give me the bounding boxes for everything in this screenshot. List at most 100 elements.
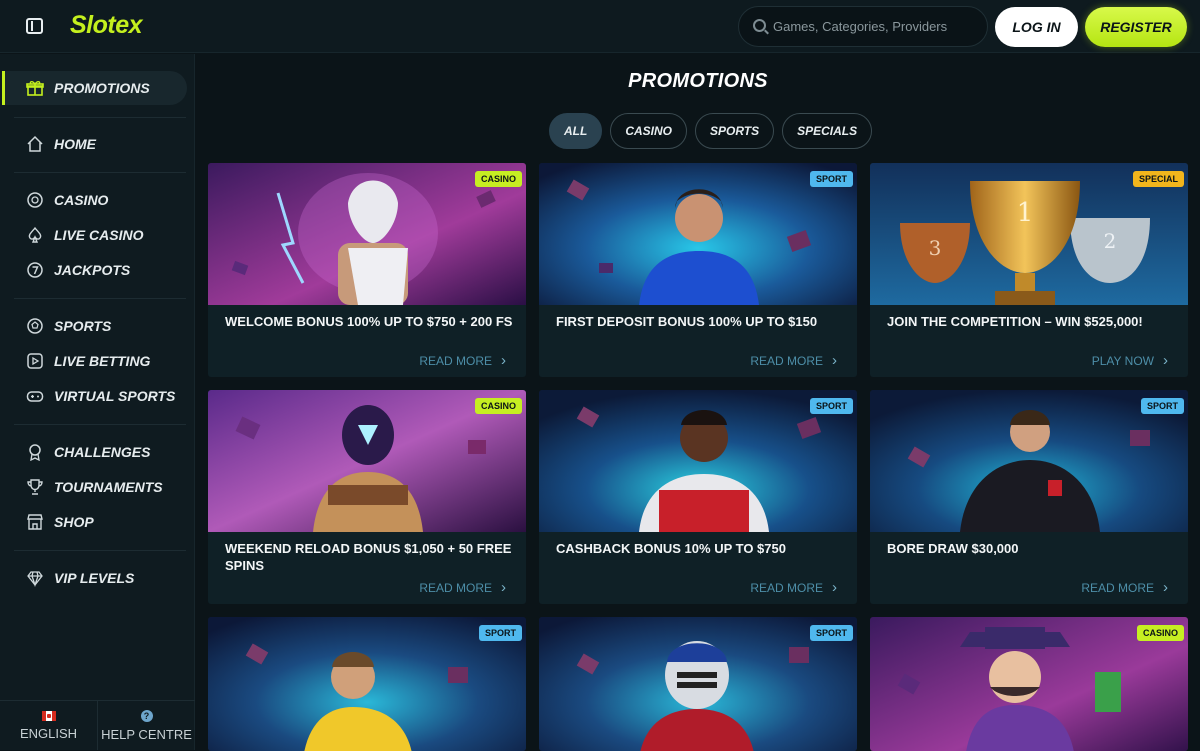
- login-button[interactable]: LOG IN: [995, 7, 1078, 47]
- help-icon: ?: [140, 709, 153, 722]
- help-centre-link[interactable]: ? HELP CENTRE: [97, 701, 195, 750]
- svg-text:2: 2: [1104, 229, 1117, 253]
- search-bar[interactable]: [738, 6, 988, 47]
- chip-icon: [26, 191, 44, 209]
- promo-image-player-dark: SPORT: [870, 390, 1188, 532]
- read-more-link[interactable]: READ MORE: [419, 352, 506, 369]
- divider: [14, 172, 186, 173]
- help-label: HELP CENTRE: [101, 726, 192, 742]
- search-icon: [753, 19, 766, 32]
- sidebar-item-shop[interactable]: SHOP: [2, 505, 187, 539]
- read-more-link[interactable]: READ MORE: [419, 579, 506, 596]
- play-now-link[interactable]: PLAY NOW: [1092, 352, 1168, 369]
- divider: [14, 298, 186, 299]
- sidebar-item-sports[interactable]: SPORTS: [2, 309, 187, 343]
- sidebar-item-casino[interactable]: CASINO: [2, 183, 187, 217]
- promo-image-gangster: CASINO: [870, 617, 1188, 751]
- shop-icon: [26, 513, 44, 531]
- promo-card[interactable]: SPORT BORE DRAW $30,000 READ MORE: [870, 390, 1188, 604]
- medal-icon: [26, 443, 44, 461]
- sidebar-item-label: PROMOTIONS: [54, 80, 150, 96]
- category-badge: SPORT: [809, 625, 853, 641]
- filter-all[interactable]: ALL: [549, 113, 603, 149]
- sidebar-item-label: VIP LEVELS: [54, 570, 135, 586]
- promo-card[interactable]: SPORT CASHBACK BONUS 10% UP TO $750 READ…: [539, 390, 857, 604]
- sidebar-item-label: LIVE CASINO: [54, 227, 144, 243]
- sidebar-toggle-icon[interactable]: [26, 18, 43, 34]
- search-input[interactable]: [773, 7, 981, 46]
- promo-title: FIRST DEPOSIT BONUS 100% UP TO $150: [556, 314, 818, 329]
- category-badge: SPORT: [478, 625, 522, 641]
- promo-image-player-red: SPORT: [539, 390, 857, 532]
- sidebar-item-label: CASINO: [54, 192, 109, 208]
- sidebar-item-virtual-sports[interactable]: VIRTUAL SPORTS: [2, 379, 187, 413]
- sidebar-footer: ENGLISH ? HELP CENTRE: [0, 700, 195, 750]
- canada-flag-icon: [41, 710, 56, 721]
- promo-card[interactable]: SPORT: [208, 617, 526, 751]
- sidebar-item-label: LIVE BETTING: [54, 353, 151, 369]
- promo-title: JOIN THE COMPETITION – WIN $525,000!: [887, 314, 1143, 329]
- category-badge: SPORT: [1140, 398, 1184, 414]
- promo-card[interactable]: CASINO: [870, 617, 1188, 751]
- promo-image-wizard: CASINO: [208, 163, 526, 305]
- language-selector[interactable]: ENGLISH: [0, 701, 97, 750]
- sidebar: PROMOTIONS HOME CASINO LIVE CASINO JACKP…: [0, 54, 195, 750]
- diamond-icon: [26, 569, 44, 587]
- play-icon: [26, 352, 44, 370]
- sidebar-item-tournaments[interactable]: TOURNAMENTS: [2, 470, 187, 504]
- seven-icon: [26, 261, 44, 279]
- promo-image-trophies: 1 2 3 SPECIAL: [870, 163, 1188, 305]
- sidebar-item-live-casino[interactable]: LIVE CASINO: [2, 218, 187, 252]
- sidebar-item-label: VIRTUAL SPORTS: [54, 388, 176, 404]
- sidebar-item-live-betting[interactable]: LIVE BETTING: [2, 344, 187, 378]
- page-title: PROMOTIONS: [628, 70, 768, 92]
- promo-image-football: SPORT: [539, 617, 857, 751]
- gift-icon: [26, 79, 44, 97]
- divider: [14, 424, 186, 425]
- top-header: Slotex LOG IN REGISTER: [0, 0, 1200, 53]
- sidebar-item-label: JACKPOTS: [54, 262, 131, 278]
- promo-card[interactable]: SPORT FIRST DEPOSIT BONUS 100% UP TO $15…: [539, 163, 857, 377]
- trophy-icon: [26, 478, 44, 496]
- home-icon: [26, 135, 44, 153]
- filter-specials[interactable]: SPECIALS: [782, 113, 873, 149]
- sidebar-item-label: CHALLENGES: [54, 444, 151, 460]
- language-label: ENGLISH: [19, 725, 78, 741]
- sidebar-item-jackpots[interactable]: JACKPOTS: [2, 253, 187, 287]
- svg-text:3: 3: [929, 236, 942, 260]
- read-more-link[interactable]: READ MORE: [750, 579, 837, 596]
- category-badge: SPORT: [809, 171, 853, 187]
- filter-casino[interactable]: CASINO: [610, 113, 687, 149]
- promo-title: BORE DRAW $30,000: [887, 541, 1019, 556]
- svg-text:1: 1: [1017, 198, 1034, 228]
- sidebar-item-label: SPORTS: [54, 318, 112, 334]
- promo-card[interactable]: CASINO WEEKEND RELOAD BONUS $1,050 + 50 …: [208, 390, 526, 604]
- promo-filters: ALL CASINO SPORTS SPECIALS: [549, 113, 873, 149]
- promo-card[interactable]: 1 2 3 SPECIAL JOIN THE COMPETITION – WIN $…: [870, 163, 1188, 377]
- spade-icon: [26, 226, 44, 244]
- divider: [14, 550, 186, 551]
- register-button[interactable]: REGISTER: [1085, 7, 1187, 47]
- sidebar-item-label: HOME: [54, 136, 96, 152]
- sidebar-item-challenges[interactable]: CHALLENGES: [2, 435, 187, 469]
- logo[interactable]: Slotex: [70, 11, 143, 40]
- promo-title: CASHBACK BONUS 10% UP TO $750: [556, 541, 786, 556]
- category-badge: SPECIAL: [1132, 171, 1184, 187]
- read-more-link[interactable]: READ MORE: [750, 352, 837, 369]
- promo-card[interactable]: SPORT: [539, 617, 857, 751]
- promo-card[interactable]: CASINO WELCOME BONUS 100% UP TO $750 + 2…: [208, 163, 526, 377]
- filter-sports[interactable]: SPORTS: [695, 113, 775, 149]
- sidebar-item-promotions[interactable]: PROMOTIONS: [2, 71, 187, 105]
- ball-icon: [26, 317, 44, 335]
- divider: [14, 117, 186, 118]
- sidebar-item-label: SHOP: [54, 514, 94, 530]
- sidebar-item-home[interactable]: HOME: [2, 127, 187, 161]
- promo-image-basketball: SPORT: [208, 617, 526, 751]
- read-more-link[interactable]: READ MORE: [1081, 579, 1168, 596]
- promo-title: WELCOME BONUS 100% UP TO $750 + 200 FS: [225, 314, 513, 329]
- sidebar-item-vip-levels[interactable]: VIP LEVELS: [2, 561, 187, 595]
- gamepad-icon: [26, 387, 44, 405]
- promo-title: WEEKEND RELOAD BONUS $1,050 + 50 FREE SP…: [225, 541, 512, 573]
- promo-image-player-blue: SPORT: [539, 163, 857, 305]
- sidebar-item-label: TOURNAMENTS: [54, 479, 163, 495]
